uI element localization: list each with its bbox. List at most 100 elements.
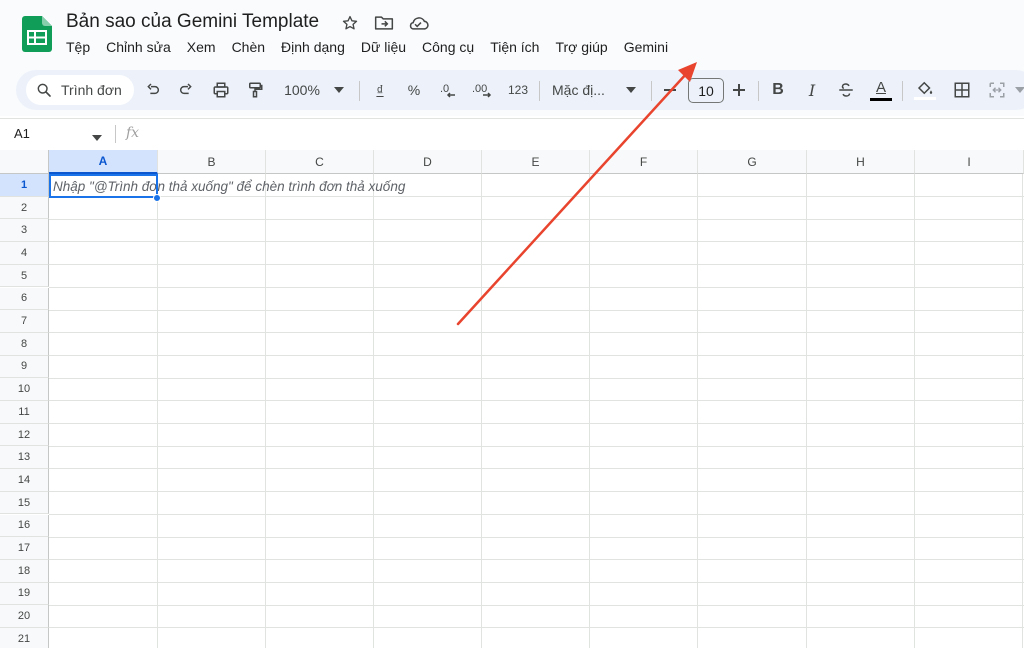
- row-header-12[interactable]: 12: [0, 423, 49, 447]
- gridline: [49, 536, 1024, 538]
- row-header-3[interactable]: 3: [0, 219, 49, 243]
- borders-icon[interactable]: [950, 70, 974, 110]
- menu-file[interactable]: Tệp: [58, 37, 98, 59]
- gridline: [49, 423, 1024, 424]
- toolbar-divider: [539, 81, 540, 101]
- active-cell-a1[interactable]: [49, 174, 158, 198]
- title-bar: Bản sao của Gemini Template Tệp Chỉnh sử…: [0, 0, 1024, 66]
- gridline: [49, 491, 1024, 493]
- row-header-15[interactable]: 15: [0, 491, 49, 515]
- gridline: [697, 174, 698, 648]
- row-header-17[interactable]: 17: [0, 537, 49, 560]
- text-color-letter: A: [875, 78, 886, 96]
- strikethrough-icon[interactable]: [834, 70, 858, 110]
- font-caret-icon[interactable]: [624, 70, 638, 110]
- column-header-b[interactable]: B: [158, 150, 266, 174]
- redo-icon[interactable]: [175, 70, 197, 110]
- undo-icon[interactable]: [142, 70, 164, 110]
- column-header-i[interactable]: I: [915, 150, 1024, 174]
- column-header-c[interactable]: C: [266, 150, 374, 174]
- gridline: [589, 174, 590, 648]
- row-header-7[interactable]: 7: [0, 310, 49, 333]
- document-title[interactable]: Bản sao của Gemini Template: [66, 11, 319, 33]
- row-header-11[interactable]: 11: [0, 401, 49, 424]
- menu-data[interactable]: Dữ liệu: [353, 37, 414, 59]
- row-header-2[interactable]: 2: [0, 196, 49, 220]
- formula-bar-divider: [115, 125, 116, 143]
- row-header-10[interactable]: 10: [0, 378, 49, 401]
- formula-bar: A1 fx: [0, 118, 1024, 149]
- row-header-19[interactable]: 19: [0, 582, 49, 606]
- gridline: [49, 218, 1024, 220]
- toolbar-area: Trình đơn 100% ₫ % .0 .00 123 Mặc đị...: [0, 66, 1024, 116]
- move-folder-icon[interactable]: [373, 12, 395, 34]
- gridline: [49, 286, 1024, 288]
- column-header-g[interactable]: G: [698, 150, 807, 174]
- menu-gemini[interactable]: Gemini: [616, 37, 676, 59]
- menu-edit[interactable]: Chỉnh sửa: [98, 37, 179, 59]
- gridline: [481, 174, 482, 648]
- select-all-corner[interactable]: [0, 150, 49, 174]
- column-header-h[interactable]: H: [807, 150, 915, 174]
- italic-button[interactable]: I: [800, 70, 824, 110]
- increase-font-size-icon[interactable]: [728, 70, 750, 110]
- menu-help[interactable]: Trợ giúp: [547, 37, 615, 59]
- gridline: [914, 174, 915, 648]
- merge-caret-icon[interactable]: [1014, 70, 1024, 110]
- gridline: [49, 264, 1024, 266]
- spreadsheet-grid[interactable]: A B C D E F G H I 1 2 3 4 5 6 7 8 9 10 1…: [0, 150, 1024, 648]
- row-header-1[interactable]: 1: [0, 174, 49, 197]
- bold-button[interactable]: B: [766, 70, 790, 110]
- row-header-6[interactable]: 6: [0, 287, 49, 311]
- column-header-f[interactable]: F: [590, 150, 698, 174]
- decrease-decimal-icon[interactable]: .0: [436, 70, 462, 110]
- gridline: [49, 377, 1024, 379]
- search-menus-button[interactable]: Trình đơn: [26, 75, 134, 105]
- font-size-input[interactable]: 10: [688, 78, 724, 103]
- row-header-20[interactable]: 20: [0, 605, 49, 628]
- search-menus-label: Trình đơn: [61, 82, 122, 98]
- menu-insert[interactable]: Chèn: [224, 37, 273, 59]
- column-header-e[interactable]: E: [482, 150, 590, 174]
- gridline: [265, 174, 266, 648]
- menu-extensions[interactable]: Tiện ích: [482, 37, 547, 59]
- row-header-8[interactable]: 8: [0, 332, 49, 356]
- font-family-select[interactable]: Mặc đị...: [552, 70, 618, 110]
- zoom-caret-icon[interactable]: [332, 70, 346, 110]
- name-box-caret-icon[interactable]: [92, 128, 102, 146]
- increase-decimal-icon[interactable]: .00: [469, 70, 497, 110]
- format-currency-button[interactable]: ₫: [368, 70, 392, 110]
- row-header-9[interactable]: 9: [0, 355, 49, 379]
- print-icon[interactable]: [209, 70, 233, 110]
- cloud-saved-icon[interactable]: [407, 12, 429, 34]
- format-percent-button[interactable]: %: [402, 70, 426, 110]
- row-header-18[interactable]: 18: [0, 559, 49, 583]
- merge-cells-icon[interactable]: [984, 70, 1010, 110]
- paint-format-icon[interactable]: [243, 70, 267, 110]
- menu-format[interactable]: Định dạng: [273, 37, 353, 59]
- row-header-21[interactable]: 21: [0, 628, 49, 648]
- fill-color-icon[interactable]: [912, 70, 938, 110]
- column-header-a[interactable]: A: [49, 150, 158, 174]
- zoom-select[interactable]: 100%: [278, 70, 326, 110]
- row-header-13[interactable]: 13: [0, 446, 49, 470]
- fx-icon: fx: [126, 125, 140, 141]
- row-header-5[interactable]: 5: [0, 264, 49, 288]
- toolbar-divider: [359, 81, 360, 101]
- name-box[interactable]: A1: [14, 126, 30, 141]
- row-header-16[interactable]: 16: [0, 514, 49, 538]
- star-icon[interactable]: [339, 12, 361, 34]
- menu-tools[interactable]: Công cụ: [414, 37, 482, 59]
- svg-text:.00: .00: [472, 83, 487, 95]
- menu-view[interactable]: Xem: [179, 37, 224, 59]
- column-header-d[interactable]: D: [374, 150, 482, 174]
- row-header-4[interactable]: 4: [0, 242, 49, 265]
- gridline: [49, 627, 1024, 629]
- decrease-font-size-icon[interactable]: [659, 70, 681, 110]
- more-formats-button[interactable]: 123: [505, 70, 531, 110]
- sheets-logo-icon[interactable]: [22, 16, 52, 52]
- row-header-14[interactable]: 14: [0, 469, 49, 492]
- text-color-button[interactable]: A: [868, 70, 894, 110]
- fill-color-swatch: [914, 97, 936, 100]
- fill-handle[interactable]: [153, 194, 161, 202]
